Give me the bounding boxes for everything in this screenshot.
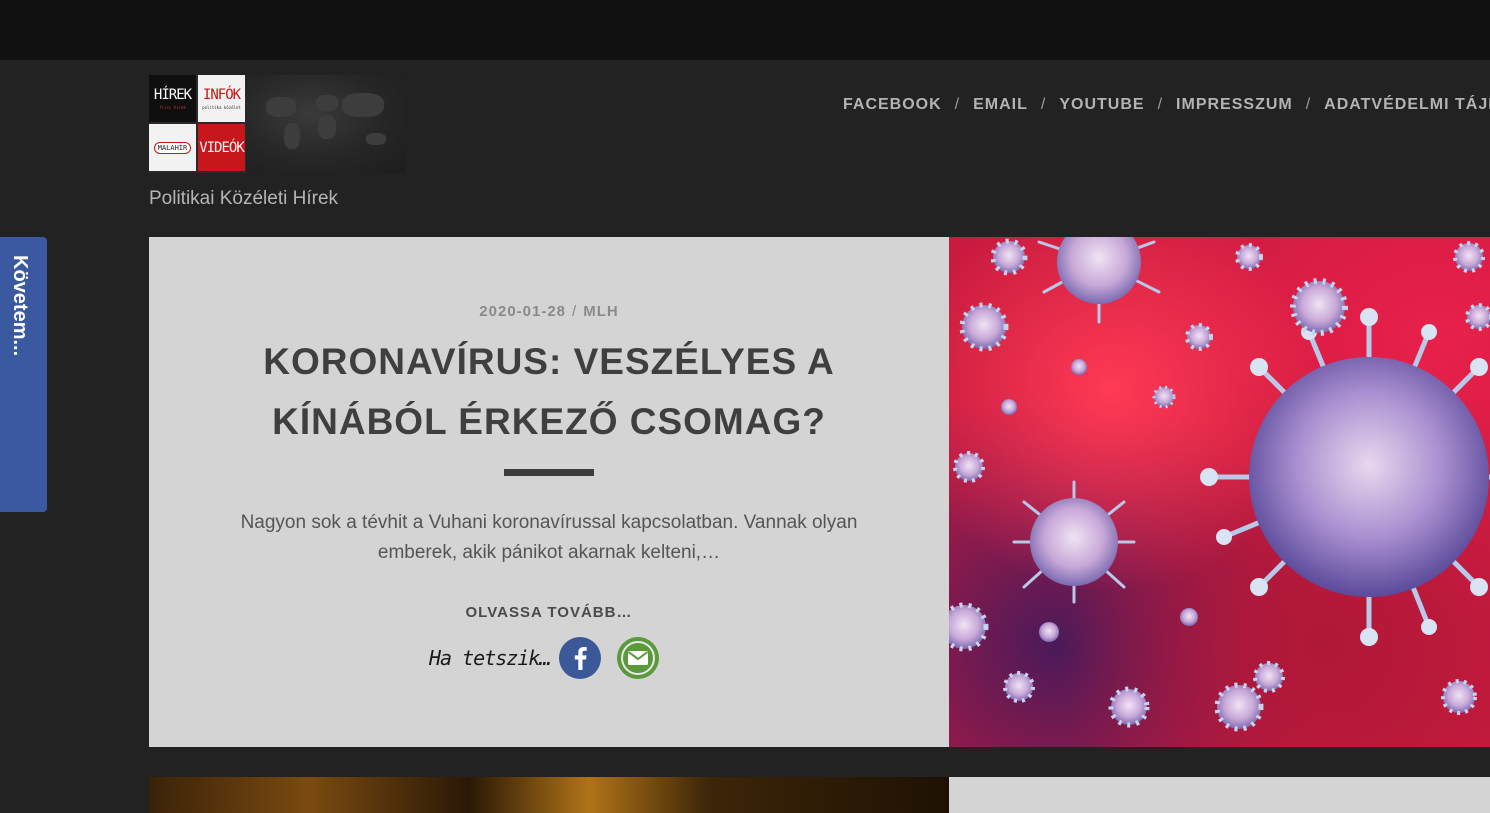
nav-separator: /	[954, 96, 961, 113]
email-icon[interactable]	[616, 636, 660, 680]
follow-tab-label: Követem...	[9, 255, 31, 357]
next-post-card	[949, 777, 1490, 813]
nav-separator: /	[1305, 96, 1312, 113]
next-post-image[interactable]	[149, 777, 949, 813]
share-label: Ha tetszik…	[429, 646, 551, 670]
post-author[interactable]: MLH	[583, 303, 619, 320]
nav-item-adatvedelmi[interactable]: ADATVÉDELMI TÁJÉ	[1324, 96, 1490, 113]
nav-item-youtube[interactable]: YOUTUBE	[1059, 96, 1144, 113]
nav-item-facebook[interactable]: FACEBOOK	[843, 96, 942, 113]
meta-separator: /	[572, 303, 578, 320]
title-divider	[504, 469, 594, 476]
post-date: 2020-01-28	[479, 303, 567, 320]
share-bar: Ha tetszik…	[429, 636, 674, 680]
read-more-link[interactable]: OLVASSA TOVÁBB…	[149, 604, 949, 621]
nav-item-email[interactable]: EMAIL	[973, 96, 1028, 113]
site-tagline: Politikai Közéleti Hírek	[149, 188, 339, 209]
post-card: 2020-01-28 / MLH KORONAVÍRUS: VESZÉLYES A …	[149, 237, 949, 747]
nav-separator: /	[1040, 96, 1047, 113]
logo-tile-videok: VIDEÓK	[198, 124, 245, 171]
top-bar	[0, 0, 1490, 60]
logo-tile-hirek: HÍREK friss hírek	[149, 75, 196, 122]
logo-tile-infok: INFÓK politika közélet	[198, 75, 245, 122]
facebook-icon[interactable]	[558, 636, 602, 680]
post-excerpt: Nagyon sok a tévhit a Vuhani koronavírus…	[240, 512, 858, 563]
nav-item-impresszum[interactable]: IMPRESSZUM	[1176, 96, 1293, 113]
post-title[interactable]: KORONAVÍRUS: VESZÉLYES A KÍNÁBÓL ÉRKEZŐ …	[239, 332, 859, 452]
virus-illustration	[949, 237, 1490, 732]
site-logo[interactable]: HÍREK friss hírek INFÓK politika közélet…	[149, 75, 406, 173]
logo-tile-malahir: MALAHÍR	[149, 124, 196, 171]
world-map-graphic	[246, 75, 406, 173]
follow-tab[interactable]: Követem...	[0, 237, 47, 512]
post-meta: 2020-01-28 / MLH	[149, 303, 949, 320]
nav-separator: /	[1157, 96, 1164, 113]
top-navigation: FACEBOOK / EMAIL / YOUTUBE / IMPRESSZUM / ADATVÉ…	[843, 96, 1490, 114]
post-featured-image[interactable]	[949, 237, 1490, 747]
